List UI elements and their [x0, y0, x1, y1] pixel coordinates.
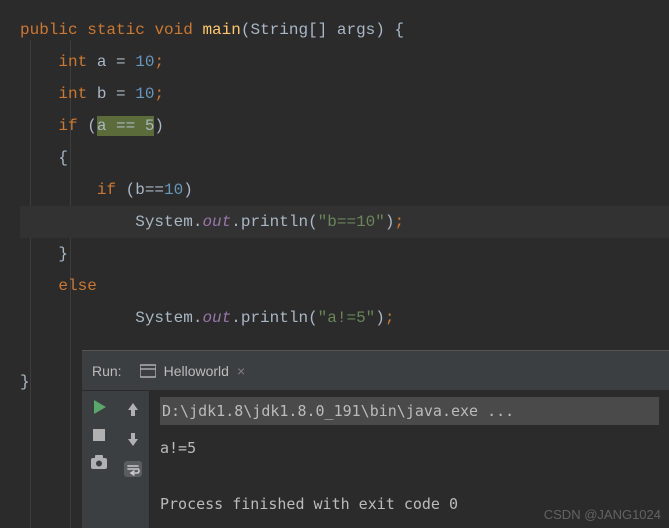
run-label: Run: — [92, 363, 122, 379]
selected-text: a == 5 — [97, 116, 155, 136]
camera-icon[interactable] — [90, 455, 108, 470]
console-line — [160, 462, 659, 490]
watermark: CSDN @JANG1024 — [544, 507, 661, 522]
close-icon[interactable]: × — [237, 363, 245, 379]
run-panel: Run: Helloworld × D:\jdk1.8\jdk1.8.0_191… — [82, 350, 669, 528]
run-tab[interactable]: Helloworld × — [134, 359, 252, 383]
code-line: } — [20, 238, 669, 270]
soft-wrap-icon[interactable] — [124, 461, 142, 477]
code-editor[interactable]: public static void main(String[] args) {… — [0, 0, 669, 398]
run-toolbar-right — [116, 391, 150, 528]
code-line: int b = 10; — [20, 78, 669, 110]
code-line: else — [20, 270, 669, 302]
console-line: a!=5 — [160, 434, 659, 462]
code-line: int a = 10; — [20, 46, 669, 78]
up-arrow-icon[interactable] — [127, 401, 139, 417]
code-line: if (b==10) — [20, 174, 669, 206]
application-icon — [140, 364, 156, 378]
stop-icon[interactable] — [93, 429, 105, 441]
run-header: Run: Helloworld × — [82, 351, 669, 391]
run-toolbar-left — [82, 391, 116, 528]
code-line-highlighted: System.out.println("b==10"); — [20, 206, 669, 238]
code-line: public static void main(String[] args) { — [20, 14, 669, 46]
code-line: if (a == 5) — [20, 110, 669, 142]
play-icon[interactable] — [92, 399, 106, 415]
down-arrow-icon[interactable] — [127, 431, 139, 447]
code-line: { — [20, 142, 669, 174]
console-command: D:\jdk1.8\jdk1.8.0_191\bin\java.exe ... — [160, 397, 659, 425]
code-line: System.out.println("a!=5"); — [20, 302, 669, 334]
run-tab-label: Helloworld — [164, 363, 229, 379]
